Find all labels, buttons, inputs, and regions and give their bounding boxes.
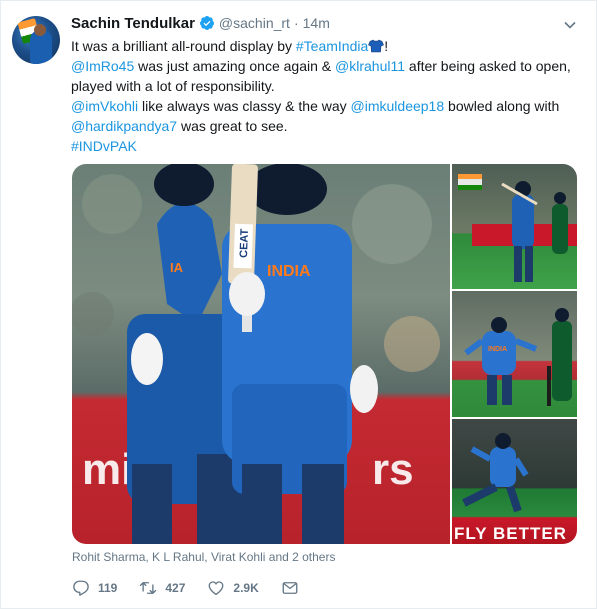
tweet-line-2: @ImRo45 was just amazing once again & @k…: [71, 56, 581, 96]
photo-thumb-1[interactable]: [452, 164, 577, 289]
tweet-actions: 119 427 2.9K: [72, 578, 321, 598]
mention-link[interactable]: @ImRo45: [71, 58, 134, 74]
tweet-line-1: It was a brilliant all-round display by …: [71, 36, 581, 56]
ad-board-text: FLY BETTER: [454, 524, 567, 543]
svg-text:mi: mi: [82, 445, 133, 494]
media-grid: mi rs INDIA IA CEAT INDIA FLY BETTER: [72, 164, 577, 544]
like-count: 2.9K: [233, 581, 259, 595]
jersey-text: INDIA: [267, 263, 311, 280]
mention-link[interactable]: @hardikpandya7: [71, 118, 177, 134]
photo-thumb-3[interactable]: FLY BETTER: [452, 419, 577, 544]
tweet-line-4: #INDvPAK: [71, 136, 581, 156]
jersey-emoji-icon: [368, 39, 385, 53]
hashtag-link[interactable]: #TeamIndia: [296, 38, 368, 54]
reply-count: 119: [98, 581, 118, 595]
retweet-count: 427: [165, 581, 186, 595]
verified-badge-icon: [199, 16, 214, 30]
text-segment: bowled along with: [444, 98, 560, 114]
svg-text:IA: IA: [170, 260, 184, 275]
mention-link[interactable]: @imVkohli: [71, 98, 138, 114]
tweet-text: It was a brilliant all-round display by …: [71, 36, 581, 156]
photo-thumb-1-illustration: [458, 174, 577, 282]
mention-link[interactable]: @imkuldeep18: [351, 98, 445, 114]
jersey-text: INDIA: [488, 346, 507, 353]
photo-main[interactable]: mi rs INDIA IA CEAT: [72, 164, 450, 544]
tweet-header: Sachin Tendulkar @sachin_rt · 14m: [71, 13, 330, 33]
tweet-card[interactable]: Sachin Tendulkar @sachin_rt · 14m It was…: [0, 0, 597, 609]
photo-main-illustration: mi rs INDIA IA CEAT: [72, 164, 440, 544]
hashtag-link[interactable]: #INDvPAK: [71, 138, 137, 154]
text-segment: like always was classy & the way: [138, 98, 351, 114]
author-handle[interactable]: @sachin_rt: [219, 15, 290, 31]
reply-icon: [73, 580, 89, 596]
retweet-button[interactable]: 427: [139, 579, 185, 597]
text-segment: was great to see.: [177, 118, 288, 134]
like-button[interactable]: 2.9K: [207, 579, 259, 597]
svg-text:rs: rs: [372, 445, 414, 494]
photo-thumb-2[interactable]: INDIA: [452, 291, 577, 417]
avatar-head: [34, 24, 46, 36]
separator-dot: ·: [293, 15, 299, 31]
retweet-icon: [140, 582, 157, 594]
tweet-timestamp[interactable]: 14m: [303, 15, 330, 31]
direct-message-button[interactable]: [281, 579, 299, 597]
chevron-down-icon[interactable]: [564, 19, 576, 31]
photo-thumb-2-illustration: INDIA: [464, 308, 572, 406]
tweet-line-3: @imVkohli like always was classy & the w…: [71, 96, 581, 136]
text-segment: was just amazing once again &: [134, 58, 336, 74]
tagged-users[interactable]: Rohit Sharma, K L Rahul, Virat Kohli and…: [72, 550, 335, 564]
author-name[interactable]: Sachin Tendulkar: [71, 15, 195, 32]
text-segment: It was a brilliant all-round display by: [71, 38, 296, 54]
avatar[interactable]: [12, 16, 60, 64]
heart-icon: [208, 581, 224, 596]
bat-brand-text: CEAT: [238, 228, 251, 258]
photo-thumb-3-illustration: FLY BETTER: [454, 433, 567, 543]
reply-button[interactable]: 119: [72, 579, 117, 597]
text-segment: !: [384, 38, 389, 54]
envelope-icon: [282, 582, 298, 594]
mention-link[interactable]: @klrahul11: [335, 58, 405, 74]
